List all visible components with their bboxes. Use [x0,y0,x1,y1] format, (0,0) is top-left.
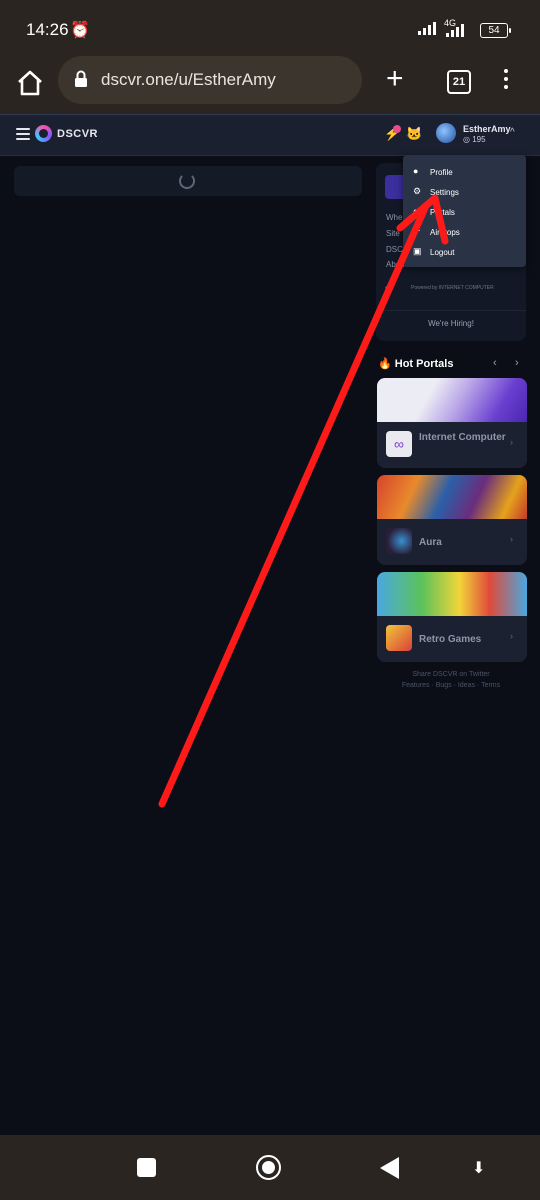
portal-card-internet-computer[interactable]: ∞ Internet Computer › [377,378,527,468]
footer-links[interactable]: Features · Bugs · Ideas · Terms [376,682,526,689]
chevron-up-icon[interactable]: ^ [510,127,515,138]
chevron-right-icon: › [510,534,513,544]
portal-card-retro-games[interactable]: Retro Games › [377,572,527,662]
hiring-link[interactable]: We're Hiring! [376,310,526,337]
menu-item-label: Airdrops [430,228,460,237]
home-icon[interactable] [14,67,46,99]
chevron-right-icon[interactable]: › [515,357,519,369]
user-dropdown-menu: ● Profile ⚙ Settings ● Portals ✈ Airdrop… [403,155,526,267]
gear-icon: ⚙ [413,186,422,196]
menu-item-label: Settings [430,188,459,197]
system-navigation-bar: ⬇ [0,1135,540,1200]
menu-item-profile[interactable]: ● Profile [413,162,523,182]
portal-icon: ● [413,206,419,216]
internet-computer-logo-icon: ∞ [386,431,412,457]
browser-menu-icon[interactable] [503,69,509,93]
brand-name[interactable]: DSCVR [57,128,98,140]
hot-portals-label: Hot Portals [394,358,454,370]
home-button-icon[interactable] [256,1155,281,1180]
hamburger-menu-icon[interactable] [16,128,30,143]
hot-portals-title: 🔥 Hot Portals [378,358,454,370]
chevron-right-icon: › [510,437,513,447]
sidebar-link[interactable]: Abou [386,260,405,269]
menu-item-settings[interactable]: ⚙ Settings [413,182,523,202]
app-header: DSCVR ⚡ 🐱 EstherAmy ◎ 195 ^ [0,114,540,156]
portal-name: Retro Games [419,634,482,645]
retro-games-logo-icon [386,625,412,651]
aura-logo-icon [386,528,412,554]
footer-share-text[interactable]: Share DSCVR on Twitter [376,671,526,678]
menu-item-label: Profile [430,168,453,177]
dscvr-logo-icon[interactable] [35,125,52,142]
alarm-icon: ⏰ [70,22,90,39]
recent-apps-icon[interactable] [137,1158,156,1177]
sidebar-link[interactable]: Whe [386,213,402,222]
portal-card-aura[interactable]: Aura › [377,475,527,565]
menu-item-airdrops[interactable]: ✈ Airdrops [413,222,523,242]
chevron-right-icon: › [510,631,513,641]
battery-icon: 54 [480,23,511,38]
menu-item-label: Logout [430,248,455,257]
sidebar-link[interactable]: Site [386,229,400,238]
menu-item-logout[interactable]: ▣ Logout [413,242,523,262]
new-tab-button[interactable]: + [386,64,404,94]
hide-keyboard-icon[interactable]: ⬇ [472,1158,485,1178]
airdrop-icon: ✈ [413,226,421,236]
portal-banner [377,572,527,616]
mascot-icon[interactable]: 🐱 [406,126,422,142]
signal-icon [418,22,436,35]
status-bar: 14:26 ⏰ 4G 54 [0,0,540,56]
loading-spinner-icon [179,173,195,189]
user-icon: ● [413,166,419,176]
username[interactable]: EstherAmy [463,124,511,134]
url-text: dscvr.one/u/EstherAmy [101,70,276,89]
menu-item-portals[interactable]: ● Portals [413,202,523,222]
status-time: 14:26 [26,20,69,39]
portal-banner [377,378,527,422]
avatar[interactable] [436,123,456,143]
portal-banner [377,475,527,519]
back-icon[interactable] [380,1157,399,1179]
portal-name: Internet Computer [419,432,506,443]
powered-by-text: Powered by INTERNET COMPUTER [411,285,494,291]
signal-icon-2 [446,24,464,37]
lock-icon [75,70,87,87]
points-count: ◎ 195 [463,135,486,144]
address-bar[interactable]: dscvr.one/u/EstherAmy [58,56,362,104]
menu-item-label: Portals [430,208,455,217]
portal-name: Aura [419,537,442,548]
logout-icon: ▣ [413,246,422,256]
internet-computer-icon: ∞ [385,283,393,294]
points-value: 195 [472,135,486,144]
notification-badge [393,125,401,133]
browser-toolbar: dscvr.one/u/EstherAmy + 21 [0,56,540,114]
tab-switcher-button[interactable]: 21 [447,70,471,94]
chevron-left-icon[interactable]: ‹ [493,357,497,369]
